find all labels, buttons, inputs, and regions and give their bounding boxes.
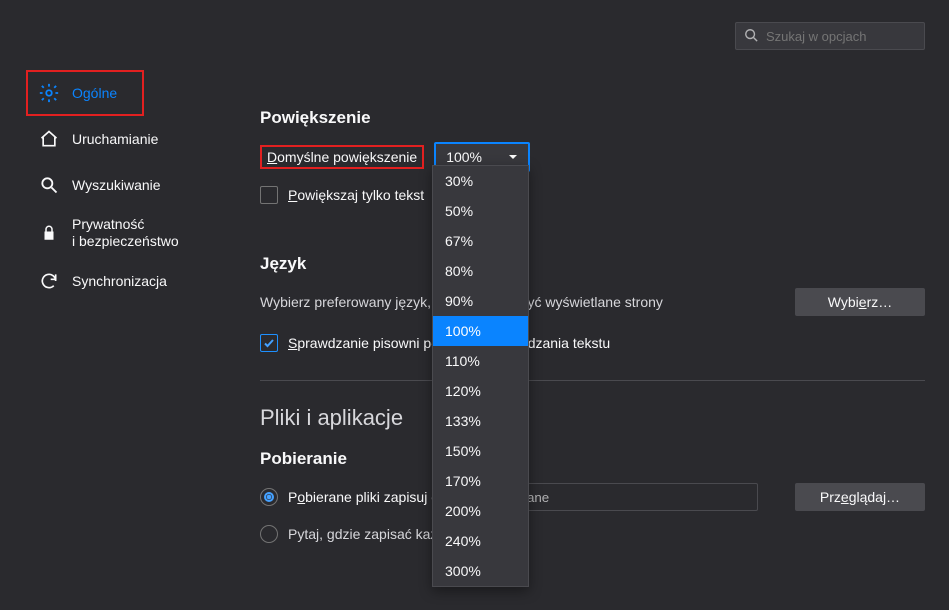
sidebar-item-search[interactable]: Wyszukiwanie xyxy=(26,162,236,208)
spellcheck-checkbox[interactable] xyxy=(260,334,278,352)
zoom-option[interactable]: 30% xyxy=(433,166,528,196)
default-zoom-selected-value: 100% xyxy=(446,149,482,165)
download-save-to-row[interactable]: Pobierane pliki zapisuj do: xyxy=(260,488,451,506)
zoom-option[interactable]: 133% xyxy=(433,406,528,436)
zoom-text-only-checkbox[interactable] xyxy=(260,186,278,204)
sidebar-item-privacy[interactable]: Prywatność i bezpieczeństwo xyxy=(26,208,236,258)
sidebar-item-label: Synchronizacja xyxy=(72,273,167,289)
zoom-text-only-label: Powiększaj tylko tekst xyxy=(288,187,424,203)
section-divider xyxy=(260,380,925,381)
search-options-field[interactable] xyxy=(735,22,925,50)
home-icon xyxy=(38,128,60,150)
language-heading: Język xyxy=(260,254,925,274)
spellcheck-row[interactable]: Sprawdzanie pisowni podczas wprowadzania… xyxy=(260,334,925,352)
sidebar-item-sync[interactable]: Synchronizacja xyxy=(26,258,236,304)
settings-sidebar: Ogólne Uruchamianie Wyszukiwanie Prywatn… xyxy=(26,70,236,304)
default-zoom-row: Domyślne powiększenie 100% xyxy=(260,142,925,172)
search-options-input[interactable] xyxy=(766,29,916,44)
sidebar-item-label: Wyszukiwanie xyxy=(72,177,161,193)
zoom-heading: Powiększenie xyxy=(260,108,925,128)
sidebar-item-home[interactable]: Uruchamianie xyxy=(26,116,236,162)
settings-content: Powiększenie Domyślne powiększenie 100% … xyxy=(260,108,925,553)
downloads-heading: Pobieranie xyxy=(260,449,925,469)
sync-icon xyxy=(38,270,60,292)
zoom-option[interactable]: 90% xyxy=(433,286,528,316)
search-icon xyxy=(38,174,60,196)
zoom-text-only-row[interactable]: Powiększaj tylko tekst xyxy=(260,186,925,204)
search-icon xyxy=(744,28,758,45)
download-ask-radio[interactable] xyxy=(260,525,278,543)
lock-icon xyxy=(38,222,60,244)
zoom-option[interactable]: 67% xyxy=(433,226,528,256)
download-save-to-radio[interactable] xyxy=(260,488,278,506)
sidebar-item-label: Uruchamianie xyxy=(72,131,158,147)
zoom-option[interactable]: 300% xyxy=(433,556,528,586)
zoom-option[interactable]: 170% xyxy=(433,466,528,496)
sidebar-item-label: Prywatność i bezpieczeństwo xyxy=(72,216,179,251)
chevron-down-icon xyxy=(508,149,518,165)
zoom-option[interactable]: 80% xyxy=(433,256,528,286)
download-browse-button[interactable]: Przeglądaj… xyxy=(795,483,925,511)
gear-icon xyxy=(38,82,60,104)
files-section-heading: Pliki i aplikacje xyxy=(260,405,925,431)
zoom-option[interactable]: 50% xyxy=(433,196,528,226)
language-choose-button[interactable]: Wybierz… xyxy=(795,288,925,316)
zoom-option[interactable]: 120% xyxy=(433,376,528,406)
default-zoom-dropdown[interactable]: 30%50%67%80%90%100%110%120%133%150%170%2… xyxy=(432,165,529,587)
zoom-option[interactable]: 100% xyxy=(433,316,528,346)
zoom-option[interactable]: 110% xyxy=(433,346,528,376)
zoom-option[interactable]: 150% xyxy=(433,436,528,466)
zoom-option[interactable]: 200% xyxy=(433,496,528,526)
sidebar-item-label: Ogólne xyxy=(72,85,117,101)
default-zoom-label: Domyślne powiększenie xyxy=(260,145,424,169)
sidebar-item-general[interactable]: Ogólne xyxy=(26,70,236,116)
zoom-option[interactable]: 240% xyxy=(433,526,528,556)
download-ask-row[interactable]: Pytaj, gdzie zapisać każdy plik xyxy=(260,525,925,543)
download-save-to-label: Pobierane pliki zapisuj do: xyxy=(288,489,451,505)
